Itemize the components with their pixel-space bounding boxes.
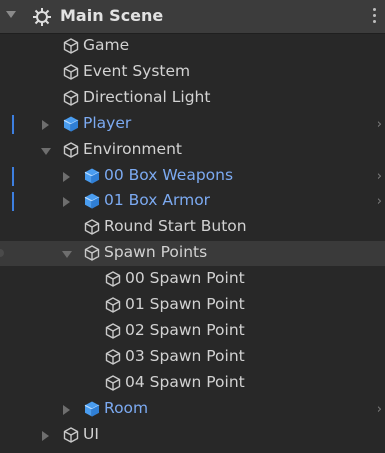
- hierarchy-item-label: Spawn Points: [104, 243, 208, 262]
- collapse-arrow-icon[interactable]: [42, 119, 49, 130]
- hierarchy-item[interactable]: Player ›: [0, 112, 385, 137]
- hierarchy-item[interactable]: Spawn Points: [0, 241, 385, 267]
- hierarchy-item[interactable]: UI: [0, 423, 385, 448]
- gameobject-icon: [62, 426, 80, 444]
- scene-title: Main Scene: [60, 6, 164, 25]
- prefab-icon: [83, 167, 101, 185]
- hierarchy-item[interactable]: 00 Spawn Point: [0, 267, 385, 292]
- open-prefab-chevron-icon[interactable]: ›: [377, 169, 382, 184]
- hierarchy-item[interactable]: 03 Spawn Point: [0, 345, 385, 370]
- hierarchy-item[interactable]: Round Start Buton: [0, 215, 385, 240]
- collapse-arrow-icon[interactable]: [63, 171, 70, 182]
- collapse-arrow-icon[interactable]: [6, 11, 16, 18]
- expand-arrow-icon[interactable]: [41, 147, 51, 155]
- prefab-override-bar: [12, 114, 14, 134]
- gameobject-icon: [104, 374, 122, 392]
- kebab-menu-icon[interactable]: [373, 8, 377, 24]
- prefab-icon: [83, 192, 101, 210]
- hierarchy-item-label: Event System: [83, 61, 191, 80]
- gameobject-icon: [104, 322, 122, 340]
- hierarchy-item-label: UI: [83, 424, 99, 443]
- hierarchy-item-label: Game: [83, 36, 130, 54]
- hierarchy-item[interactable]: 02 Spawn Point: [0, 319, 385, 344]
- hierarchy-item-label: Round Start Buton: [104, 217, 247, 236]
- gameobject-icon: [62, 37, 80, 55]
- collapse-arrow-icon[interactable]: [63, 197, 70, 208]
- gameobject-icon: [83, 244, 101, 262]
- hierarchy-item[interactable]: Game: [0, 34, 385, 59]
- prefab-icon: [83, 400, 101, 418]
- hierarchy-item-label: 01 Box Armor: [104, 191, 211, 210]
- hierarchy-item[interactable]: Event System: [0, 60, 385, 85]
- hierarchy-item-label: 00 Box Weapons: [104, 165, 234, 184]
- unity-scene-icon: [33, 8, 51, 26]
- prefab-override-bar: [12, 166, 14, 186]
- hierarchy-item-label: 02 Spawn Point: [125, 320, 245, 339]
- prefab-icon: [62, 115, 80, 133]
- hierarchy-item-label: Room: [104, 398, 149, 417]
- gameobject-icon: [62, 89, 80, 107]
- hierarchy-item-label: 03 Spawn Point: [125, 346, 245, 365]
- hierarchy-item[interactable]: 01 Box Armor ›: [0, 189, 385, 214]
- collapse-arrow-icon[interactable]: [42, 430, 49, 441]
- gameobject-icon: [83, 218, 101, 236]
- gameobject-icon: [104, 296, 122, 314]
- open-prefab-chevron-icon[interactable]: ›: [377, 117, 382, 132]
- hierarchy-item[interactable]: Directional Light: [0, 86, 385, 111]
- collapse-arrow-icon[interactable]: [63, 404, 70, 415]
- drag-handle-icon[interactable]: [0, 249, 4, 258]
- hierarchy-header[interactable]: Main Scene: [0, 0, 385, 34]
- hierarchy-item-label: Player: [83, 113, 132, 132]
- expand-arrow-icon[interactable]: [62, 251, 72, 259]
- hierarchy-item[interactable]: Environment: [0, 138, 385, 163]
- hierarchy-item-label: 01 Spawn Point: [125, 295, 245, 313]
- open-prefab-chevron-icon[interactable]: ›: [377, 402, 382, 417]
- hierarchy-item[interactable]: 04 Spawn Point: [0, 371, 385, 396]
- gameobject-icon: [104, 348, 122, 366]
- hierarchy-item-label: Directional Light: [83, 87, 211, 106]
- hierarchy-item[interactable]: 01 Spawn Point: [0, 293, 385, 318]
- gameobject-icon: [104, 270, 122, 288]
- prefab-override-bar: [12, 192, 14, 212]
- gameobject-icon: [62, 63, 80, 81]
- hierarchy-item-label: 04 Spawn Point: [125, 372, 245, 391]
- open-prefab-chevron-icon[interactable]: ›: [377, 194, 382, 209]
- hierarchy-item[interactable]: 00 Box Weapons ›: [0, 164, 385, 189]
- hierarchy-item-label: 00 Spawn Point: [125, 269, 245, 288]
- gameobject-icon: [62, 141, 80, 159]
- hierarchy-item[interactable]: Room ›: [0, 397, 385, 422]
- hierarchy-item-label: Environment: [83, 139, 182, 158]
